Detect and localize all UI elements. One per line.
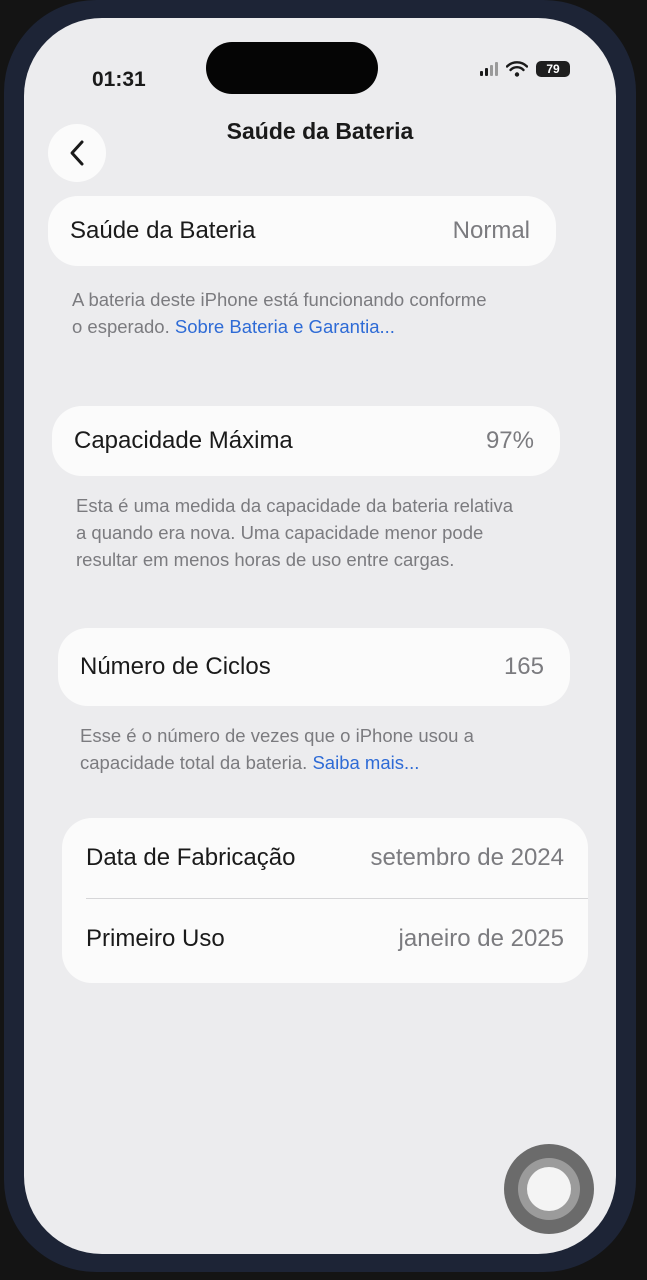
dynamic-island xyxy=(206,42,378,94)
max-capacity-value: 97% xyxy=(485,427,534,454)
page-title: Saúde da Bateria xyxy=(226,118,414,144)
phone-frame: 01:31 79 Saúde da Bateria Saúde da Bater… xyxy=(4,0,636,1272)
manufacture-date-label: Data de Fabricação xyxy=(86,844,296,871)
battery-health-row: Saúde da Bateria Normal xyxy=(48,196,556,266)
screen: 01:31 79 Saúde da Bateria Saúde da Bater… xyxy=(24,18,616,1254)
max-capacity-label: Capacidade Máxima xyxy=(74,427,293,454)
dates-group: Data de Fabricação setembro de 2024 Prim… xyxy=(62,818,588,983)
max-capacity-row: Capacidade Máxima 97% xyxy=(52,406,560,476)
max-capacity-description: Esta é uma medida da capacidade da bater… xyxy=(76,495,514,570)
assistive-touch-core xyxy=(527,1167,571,1211)
battery-health-label: Saúde da Bateria xyxy=(70,217,256,244)
assistive-touch-button[interactable] xyxy=(504,1144,594,1234)
first-use-row: Primeiro Uso janeiro de 2025 xyxy=(62,899,588,979)
battery-health-value: Normal xyxy=(452,217,530,244)
cycle-count-value: 165 xyxy=(503,653,544,680)
status-indicators: 79 xyxy=(480,54,570,84)
first-use-value: janeiro de 2025 xyxy=(398,925,564,952)
cycle-count-row: Número de Ciclos 165 xyxy=(58,628,570,706)
battery-health-description: A bateria deste iPhone está funcionando … xyxy=(72,289,487,337)
battery-icon: 79 xyxy=(536,61,570,77)
cellular-signal-icon xyxy=(480,62,498,76)
cycle-count-label: Número de Ciclos xyxy=(80,653,271,680)
manufacture-date-row: Data de Fabricação setembro de 2024 xyxy=(62,818,588,898)
status-time: 01:31 xyxy=(92,68,146,91)
wifi-icon xyxy=(506,61,528,77)
assistive-touch-ring xyxy=(518,1158,580,1220)
manufacture-date-value: setembro de 2024 xyxy=(370,844,564,871)
cycle-count-description: Esse é o número de vezes que o iPhone us… xyxy=(80,725,474,773)
learn-more-link[interactable]: Saiba mais... xyxy=(312,752,419,773)
first-use-label: Primeiro Uso xyxy=(86,925,225,952)
battery-warranty-link[interactable]: Sobre Bateria e Garantia... xyxy=(175,316,395,337)
